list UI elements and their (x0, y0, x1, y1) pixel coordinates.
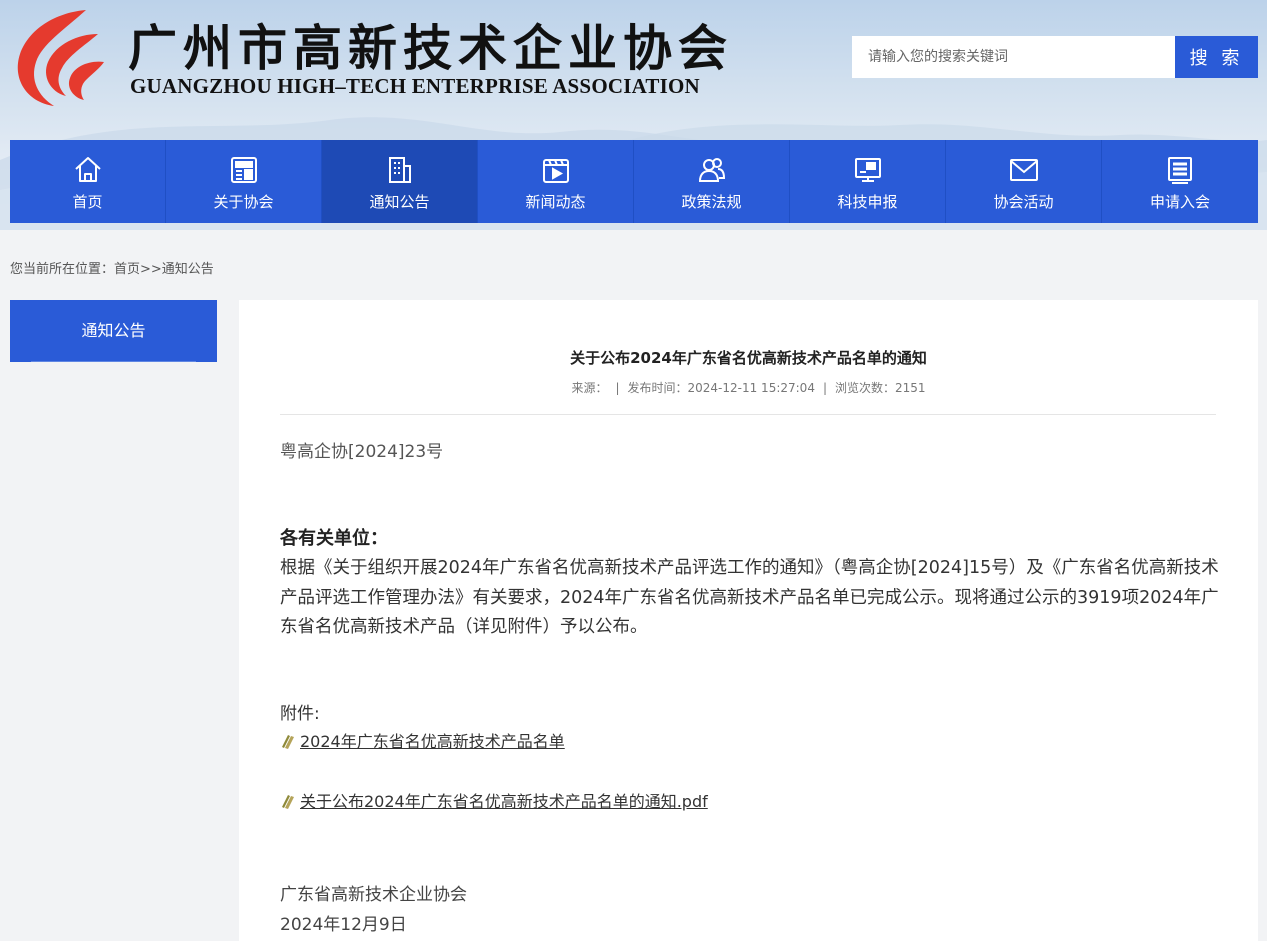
video-icon (542, 159, 569, 183)
nav-item-activities[interactable]: 协会活动 (946, 140, 1102, 223)
salutation: 各有关单位： (280, 528, 388, 549)
site-title-en: GUANGZHOU HIGH–TECH ENTERPRISE ASSOCIATI… (130, 74, 700, 98)
meta-separator: | (615, 381, 620, 395)
article-meta: 来源： | 发布时间：2024-12-11 15:27:04 | 浏览次数：2151 (239, 380, 1258, 396)
search-box: 搜 索 (852, 36, 1258, 78)
main-nav: 首页 关于协会 通知公告 新闻动态 政策法规 科技申报 协会活动 申请入会 (10, 140, 1258, 223)
association-logo (17, 10, 104, 106)
signature-org: 广东省高新技术企业协会 (280, 885, 467, 905)
attachments-label: 附件: (280, 704, 320, 724)
meta-source: 来源： (571, 381, 608, 395)
nav-item-news[interactable]: 新闻动态 (478, 140, 634, 223)
nav-item-notices[interactable]: 通知公告 (322, 140, 478, 223)
signature: 广东省高新技术企业协会 2024年12月9日 (280, 880, 467, 940)
news-icon (230, 157, 257, 183)
sidebar: 通知公告 (10, 300, 217, 362)
doc-number: 粤高企协[2024]23号 (280, 442, 444, 462)
nav-label: 协会活动 (993, 193, 1054, 211)
site-title-cn: 广州市高新技术企业协会 (128, 20, 734, 77)
sidebar-title[interactable]: 通知公告 (10, 321, 217, 341)
search-button[interactable]: 搜 索 (1175, 36, 1258, 78)
attachment-link-text[interactable]: 2024年广东省名优高新技术产品名单 (300, 731, 565, 753)
nav-label: 科技申报 (837, 193, 898, 211)
home-icon (74, 157, 101, 182)
attachment-link[interactable]: 2024年广东省名优高新技术产品名单 (280, 731, 565, 753)
nav-label: 政策法规 (681, 193, 742, 211)
nav-label: 首页 (72, 193, 103, 211)
sidebar-divider (31, 361, 196, 362)
attachment-icon (282, 735, 294, 749)
attachment-link[interactable]: 关于公布2024年广东省名优高新技术产品名单的通知.pdf (280, 791, 708, 813)
nav-label: 通知公告 (369, 193, 430, 211)
building-icon (388, 157, 411, 183)
card-icon (854, 158, 881, 182)
nav-item-home[interactable]: 首页 (10, 140, 166, 223)
meta-views: 浏览次数：2151 (835, 381, 926, 395)
article-title: 关于公布2024年广东省名优高新技术产品名单的通知 (570, 349, 927, 367)
meta-separator: | (822, 381, 827, 395)
nav-item-about[interactable]: 关于协会 (166, 140, 322, 223)
mail-icon (1009, 159, 1038, 181)
nav-item-policy[interactable]: 政策法规 (634, 140, 790, 223)
attachment-link-text[interactable]: 关于公布2024年广东省名优高新技术产品名单的通知.pdf (300, 791, 708, 813)
search-input[interactable] (852, 36, 1175, 78)
meta-publish-time: 发布时间：2024-12-11 15:27:04 (627, 381, 815, 395)
nav-item-join[interactable]: 申请入会 (1102, 140, 1258, 223)
attachment-icon (282, 795, 294, 809)
nav-item-declaration[interactable]: 科技申报 (790, 140, 946, 223)
users-icon (698, 158, 725, 182)
signature-date: 2024年12月9日 (280, 915, 407, 935)
article-panel: 关于公布2024年广东省名优高新技术产品名单的通知 来源： | 发布时间：2024-… (239, 300, 1258, 941)
article-body: 根据《关于组织开展2024年广东省名优高新技术产品评选工作的通知》（粤高企协[2… (280, 558, 1219, 637)
nav-label: 新闻动态 (525, 193, 586, 211)
nav-label: 关于协会 (213, 193, 274, 211)
breadcrumb: 您当前所在位置：首页>>通知公告 (10, 262, 214, 277)
nav-label: 申请入会 (1149, 193, 1210, 211)
article-divider (280, 414, 1216, 415)
list-icon (1168, 157, 1192, 184)
